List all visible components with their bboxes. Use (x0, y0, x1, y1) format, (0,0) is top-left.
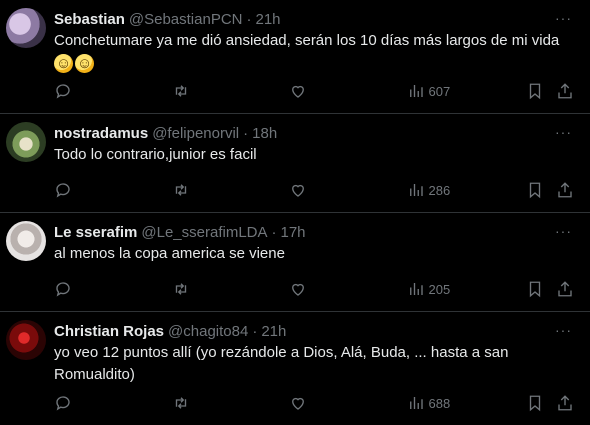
share-icon[interactable] (556, 82, 574, 100)
retweet-button[interactable] (172, 394, 290, 412)
views-icon (409, 283, 423, 295)
tweet-text: yo veo 12 puntos allí (yo rezándole a Di… (54, 344, 509, 383)
reply-feed: Sebastian @SebastianPCN · 21h ··· Conche… (0, 0, 590, 425)
bookmark-icon[interactable] (526, 280, 544, 298)
more-icon[interactable]: ··· (555, 223, 572, 239)
views-button[interactable]: 205 (407, 280, 527, 298)
user-handle[interactable]: @chagito84 (168, 323, 248, 340)
tweet-header: nostradamus @felipenorvil · 18h (54, 122, 574, 144)
tweet[interactable]: nostradamus @felipenorvil · 18h ··· Todo… (0, 114, 590, 213)
secondary-actions (526, 280, 574, 298)
display-name[interactable]: Sebastian (54, 11, 125, 28)
like-button[interactable] (289, 394, 407, 412)
like-icon (292, 283, 304, 296)
reply-icon (56, 282, 70, 297)
secondary-actions (526, 394, 574, 412)
views-icon (409, 397, 423, 409)
avatar[interactable] (6, 320, 46, 360)
bookmark-icon[interactable] (526, 82, 544, 100)
retweet-button[interactable] (172, 280, 290, 298)
views-count: 286 (428, 182, 451, 198)
separator-dot: · (252, 322, 258, 340)
reply-icon (56, 84, 70, 99)
reply-icon (56, 396, 70, 411)
retweet-icon (175, 184, 186, 196)
retweet-button[interactable] (172, 181, 290, 199)
retweet-icon (175, 85, 186, 97)
views-count: 688 (428, 395, 451, 411)
tweet[interactable]: Sebastian @SebastianPCN · 21h ··· Conche… (0, 0, 590, 114)
views-button[interactable]: 286 (407, 181, 527, 199)
more-icon[interactable]: ··· (555, 10, 572, 26)
views-icon (409, 85, 423, 97)
share-icon[interactable] (556, 280, 574, 298)
like-icon (292, 85, 304, 98)
reply-button[interactable] (54, 181, 172, 199)
timestamp[interactable]: 17h (281, 224, 306, 241)
like-button[interactable] (289, 82, 407, 100)
secondary-actions (526, 181, 574, 199)
user-handle[interactable]: @felipenorvil (152, 125, 239, 142)
avatar[interactable] (6, 122, 46, 162)
tweet-actions: 607 (54, 81, 574, 101)
timestamp[interactable]: 18h (252, 125, 277, 142)
tweet-header: Sebastian @SebastianPCN · 21h (54, 8, 574, 30)
views-count: 205 (428, 281, 451, 297)
more-icon[interactable]: ··· (555, 124, 572, 140)
user-handle[interactable]: @SebastianPCN (129, 11, 243, 28)
grinning-face-with-tongue-icon (54, 53, 73, 75)
reply-button[interactable] (54, 394, 172, 412)
tweet-actions: 286 (54, 180, 574, 200)
tweet-text: Todo lo contrario,junior es facil (54, 146, 257, 163)
timestamp[interactable]: 21h (256, 11, 281, 28)
views-button[interactable]: 607 (407, 82, 527, 100)
separator-dot: · (246, 10, 252, 28)
tweet[interactable]: Le sserafim @Le_sserafimLDA · 17h ··· al… (0, 213, 590, 312)
tweet-body: Conchetumare ya me dió ansiedad, serán l… (54, 32, 560, 49)
reply-button[interactable] (54, 82, 172, 100)
display-name[interactable]: nostradamus (54, 125, 148, 142)
like-icon (292, 397, 304, 410)
user-handle[interactable]: @Le_sserafimLDA (141, 224, 267, 241)
more-icon[interactable]: ··· (555, 322, 572, 338)
tweet[interactable]: Christian Rojas @chagito84 · 21h ··· yo … (0, 312, 590, 425)
tweet-header: Le sserafim @Le_sserafimLDA · 17h (54, 221, 574, 243)
bookmark-icon[interactable] (526, 181, 544, 199)
views-count: 607 (428, 83, 451, 99)
like-button[interactable] (289, 181, 407, 199)
like-button[interactable] (289, 280, 407, 298)
tweet-actions: 205 (54, 279, 574, 299)
retweet-icon (175, 283, 186, 295)
retweet-button[interactable] (172, 82, 290, 100)
separator-dot: · (243, 124, 249, 142)
avatar[interactable] (6, 8, 46, 48)
views-icon (409, 184, 423, 196)
timestamp[interactable]: 21h (261, 323, 286, 340)
display-name[interactable]: Le sserafim (54, 224, 137, 241)
reply-icon (56, 183, 70, 198)
like-icon (292, 184, 304, 197)
separator-dot: · (271, 223, 277, 241)
tweet-header: Christian Rojas @chagito84 · 21h (54, 320, 574, 342)
secondary-actions (526, 82, 574, 100)
display-name[interactable]: Christian Rojas (54, 323, 164, 340)
avatar[interactable] (6, 221, 46, 261)
retweet-icon (175, 397, 186, 409)
views-button[interactable]: 688 (407, 394, 527, 412)
bookmark-icon[interactable] (526, 394, 544, 412)
share-icon[interactable] (556, 394, 574, 412)
tweet-text: Conchetumare ya me dió ansiedad, serán l… (54, 30, 574, 75)
share-icon[interactable] (556, 181, 574, 199)
reply-button[interactable] (54, 280, 172, 298)
grinning-face-with-tongue-icon (75, 53, 94, 75)
tweet-text: al menos la copa america se viene (54, 245, 285, 262)
tweet-actions: 688 (54, 393, 574, 413)
